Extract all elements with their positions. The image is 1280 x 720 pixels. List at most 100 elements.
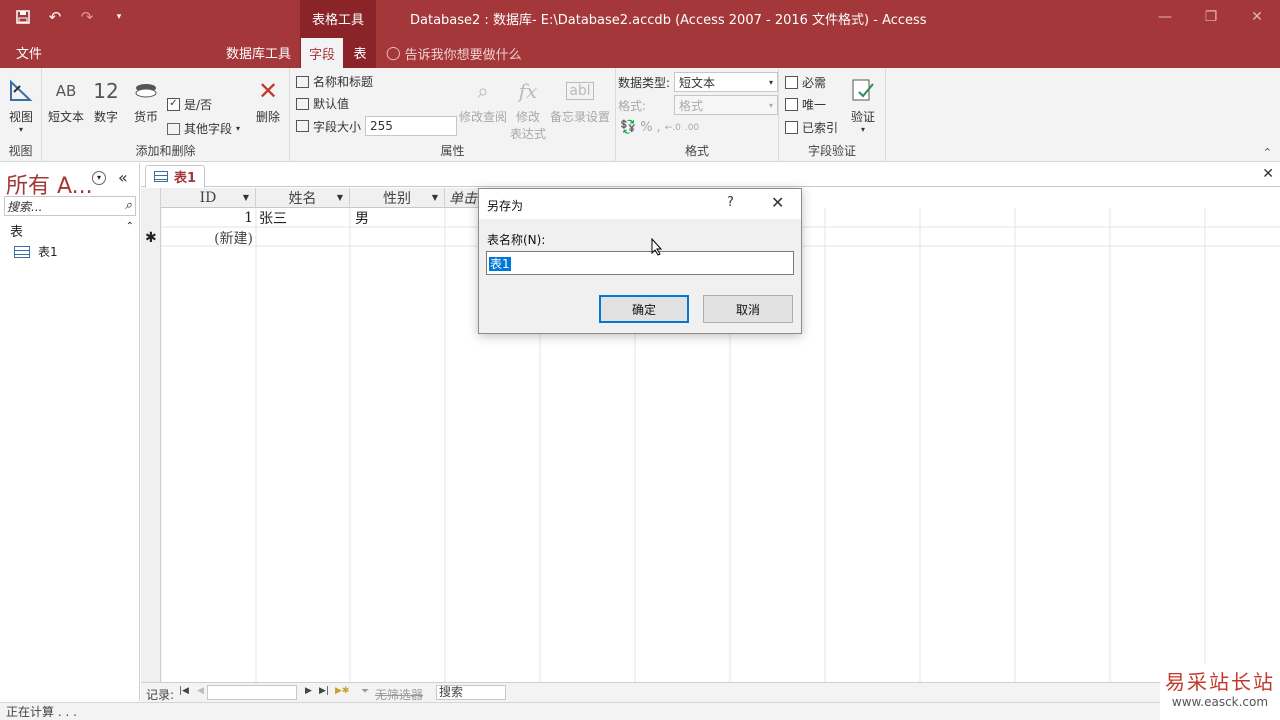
nav-search-input[interactable]: 搜索... ⌕	[4, 196, 136, 216]
next-record-icon[interactable]: ▶	[305, 686, 312, 696]
search-icon[interactable]: ⌕	[125, 198, 132, 213]
dialog-title: 另存为	[487, 199, 524, 213]
view-button[interactable]: 视图 ▾	[1, 74, 41, 134]
save-icon[interactable]	[14, 8, 32, 26]
modify-expression-button[interactable]: fx 修改 表达式	[508, 74, 548, 142]
prev-record-icon[interactable]: ◀	[197, 686, 204, 696]
memo-settings-button[interactable]: abl 备忘录设置	[548, 74, 612, 125]
table-name-value: 表1	[489, 257, 511, 271]
chevron-down-icon[interactable]: ▼	[337, 193, 343, 202]
save-as-dialog: 另存为 ? ✕ 表名称(N): 表1 确定 取消	[478, 188, 802, 334]
field-size-input[interactable]: 255	[365, 116, 458, 136]
tab-table1[interactable]: 表1	[145, 165, 206, 188]
tell-me-text: 告诉我你想要做什么	[404, 48, 522, 63]
nav-item-table1[interactable]: 表1	[14, 243, 58, 260]
window-title: Database2 : 数据库- E:\Database2.accdb (Acc…	[410, 13, 927, 28]
close-icon[interactable]: ✕	[771, 193, 784, 212]
required-label: 必需	[802, 76, 827, 90]
status-bar: 正在计算 . . .	[0, 702, 1280, 720]
new-record-marker: ✱	[145, 230, 157, 246]
document-tab-label: 表1	[174, 171, 197, 186]
group-views: 视图 ▾ 视图	[0, 68, 42, 162]
short-text-label: 短文本	[47, 110, 84, 124]
chevron-down-icon[interactable]: ▼	[432, 193, 438, 202]
name-caption-button[interactable]: 名称和标题	[296, 73, 373, 90]
nav-section-tables[interactable]: 表 ⌃	[10, 221, 134, 240]
required-checkbox[interactable]: 必需	[785, 74, 826, 91]
nav-collapse-icon[interactable]: «	[118, 168, 128, 187]
last-record-icon[interactable]: ▶|	[319, 686, 329, 696]
tab-database-tools[interactable]: 数据库工具	[226, 36, 291, 68]
currency-format-icon[interactable]: 💱	[620, 120, 636, 135]
comma-icon[interactable]: ,	[657, 120, 661, 135]
percent-icon[interactable]: %	[640, 120, 652, 135]
cancel-button[interactable]: 取消	[703, 295, 793, 323]
close-window-icon[interactable]: ✕	[1234, 0, 1280, 34]
yes-no-button[interactable]: ✓ 是/否	[167, 96, 212, 113]
table-name-input[interactable]: 表1	[486, 251, 794, 275]
chevron-down-icon[interactable]: ▼	[243, 193, 249, 202]
data-type-row: 数据类型: 短文本 ▾	[618, 72, 779, 92]
modify-lookups-button[interactable]: ⌕ 修改查阅	[456, 74, 510, 125]
restore-icon[interactable]: ❐	[1188, 0, 1234, 34]
ok-button[interactable]: 确定	[599, 295, 689, 323]
delete-button[interactable]: ✕ 删除	[248, 74, 288, 125]
unique-checkbox[interactable]: 唯一	[785, 96, 826, 113]
default-value-button[interactable]: 默认值	[296, 95, 349, 112]
record-label: 记录:	[146, 688, 175, 702]
context-group-header: 表格工具	[300, 0, 376, 36]
filter-label[interactable]: 无筛选器	[375, 686, 423, 703]
yes-no-label: 是/否	[184, 98, 213, 112]
data-type-dropdown[interactable]: 短文本 ▾	[674, 72, 779, 92]
checkbox-icon	[785, 98, 798, 111]
format-label: 格式:	[618, 98, 647, 113]
cell-id[interactable]: 1	[161, 208, 256, 228]
ribbon: 视图 ▾ 视图 AB 短文本 12 数字 货币 ✓ 是/否 其他字段 ▾ ✕ 删…	[0, 68, 1280, 162]
field-size-row: 字段大小 255	[296, 116, 458, 136]
help-icon[interactable]: ?	[727, 195, 734, 210]
indexed-checkbox[interactable]: 已索引	[785, 119, 838, 136]
short-text-button[interactable]: AB 短文本	[46, 74, 86, 125]
first-record-icon[interactable]: |◀	[179, 686, 189, 696]
document-tabs: 表1 ✕	[141, 163, 1280, 188]
row-selector-column	[141, 188, 161, 682]
collapse-section-icon[interactable]: ⌃	[126, 221, 134, 240]
redo-icon[interactable]: ↷	[78, 8, 96, 26]
new-record-icon[interactable]: ▶✱	[335, 686, 349, 696]
default-value-label: 默认值	[313, 97, 350, 111]
cell-name[interactable]: 张三	[256, 208, 350, 228]
column-header-id[interactable]: ID ▼	[161, 188, 256, 208]
format-dropdown[interactable]: 格式 ▾	[674, 95, 778, 115]
cell-gender[interactable]: 男	[350, 208, 445, 228]
increase-decimals-icon[interactable]: ←.0	[665, 123, 681, 133]
undo-icon[interactable]: ↶	[46, 8, 64, 26]
number-button[interactable]: 12 数字	[86, 74, 126, 125]
currency-button[interactable]: 货币	[126, 74, 166, 125]
customize-qat-icon[interactable]: ▾	[110, 8, 128, 26]
more-fields-label: 其他字段	[184, 122, 233, 136]
filter-icon[interactable]: ⏷	[361, 686, 369, 697]
validation-button[interactable]: 验证 ▾	[843, 74, 883, 134]
tab-table[interactable]: 表	[344, 36, 376, 68]
decrease-decimals-icon[interactable]: .00	[685, 123, 699, 133]
validation-label: 验证	[850, 110, 875, 124]
column-header-gender[interactable]: 性别 ▼	[350, 188, 445, 208]
chevron-down-icon: ▾	[768, 100, 773, 110]
number-icon: 12	[93, 79, 119, 103]
tell-me-box[interactable]: ◯ 告诉我你想要做什么	[386, 44, 522, 63]
memo-settings-label: 备忘录设置	[549, 110, 610, 124]
tab-field[interactable]: 字段	[301, 38, 343, 68]
record-search-box[interactable]: 搜索	[436, 685, 506, 700]
column-header-name[interactable]: 姓名 ▼	[256, 188, 350, 208]
new-record-placeholder[interactable]: (新建)	[161, 228, 256, 248]
current-record-input[interactable]	[207, 685, 297, 700]
delete-icon: ✕	[257, 77, 279, 105]
column-header-label: 姓名	[288, 190, 317, 207]
minimize-icon[interactable]: —	[1142, 0, 1188, 34]
close-document-icon[interactable]: ✕	[1262, 166, 1274, 182]
more-fields-button[interactable]: 其他字段 ▾	[167, 120, 240, 137]
nav-menu-icon[interactable]: ▾	[92, 171, 106, 185]
collapse-ribbon-icon[interactable]: ⌃	[1263, 146, 1272, 159]
group-properties: 名称和标题 默认值 字段大小 255 ⌕ 修改查阅 fx 修改 表达式 abl …	[290, 68, 616, 162]
tab-file[interactable]: 文件	[16, 36, 42, 68]
